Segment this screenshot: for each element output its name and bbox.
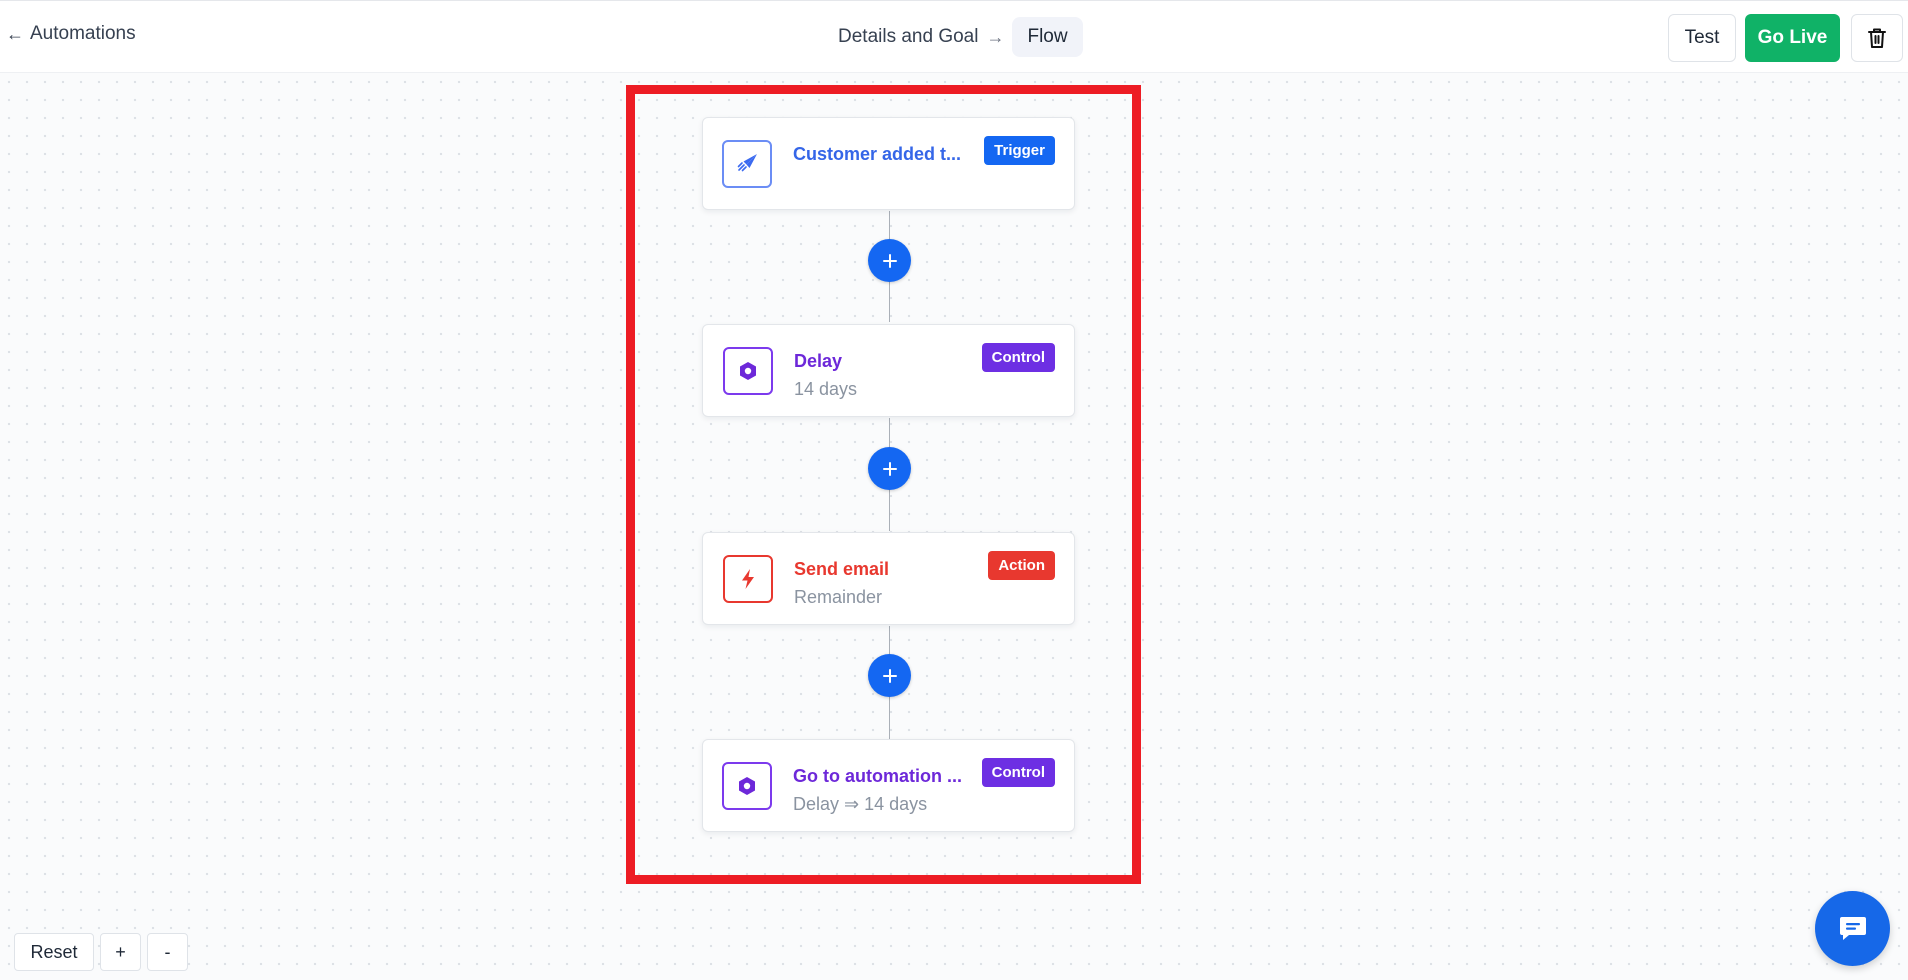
lightning-icon xyxy=(742,569,754,589)
step-details-and-goal[interactable]: Details and Goal xyxy=(838,26,978,48)
node-title: Customer added t... xyxy=(793,144,962,164)
go-live-button[interactable]: Go Live xyxy=(1745,14,1840,62)
node-title: Send email xyxy=(794,559,890,579)
node-icon-box xyxy=(723,347,773,395)
paper-plane-icon xyxy=(737,154,757,172)
chat-launcher-button[interactable] xyxy=(1815,891,1890,966)
back-to-automations-link[interactable]: ← Automations xyxy=(6,23,136,45)
hexagon-icon xyxy=(739,777,755,795)
node-subtitle: Remainder xyxy=(794,587,883,607)
add-step-button[interactable] xyxy=(868,447,911,490)
node-badge-control: Control xyxy=(981,343,1055,372)
node-icon-box xyxy=(722,140,772,188)
arrow-right-icon: → xyxy=(986,26,1005,47)
delete-button[interactable] xyxy=(1851,14,1903,62)
flow-node-trigger[interactable]: Customer added t... Trigger xyxy=(702,117,1075,210)
flow-node-delay[interactable]: Delay 14 days Control xyxy=(702,324,1075,417)
node-icon-box xyxy=(722,762,772,810)
add-step-button[interactable] xyxy=(868,239,911,282)
node-subtitle: Delay ⇒ 14 days xyxy=(793,794,928,814)
node-badge-action: Action xyxy=(988,551,1055,580)
node-badge-trigger: Trigger xyxy=(984,136,1055,165)
plus-icon xyxy=(882,461,897,476)
chat-icon xyxy=(1839,916,1866,940)
arrow-left-icon: ← xyxy=(6,23,24,44)
node-title: Go to automation ... xyxy=(793,766,962,786)
node-title: Delay xyxy=(794,351,843,371)
plus-icon xyxy=(882,253,897,268)
test-button[interactable]: Test xyxy=(1668,14,1736,62)
reset-zoom-button[interactable]: Reset xyxy=(14,933,94,971)
hexagon-icon xyxy=(740,362,756,380)
zoom-in-button[interactable]: + xyxy=(100,933,141,971)
node-icon-box xyxy=(723,555,773,603)
back-link-label: Automations xyxy=(30,23,136,44)
trash-icon xyxy=(1868,28,1886,48)
step-flow[interactable]: Flow xyxy=(1012,17,1083,57)
top-bar: ← Automations Details and Goal → Flow Te… xyxy=(0,0,1908,73)
node-subtitle: 14 days xyxy=(794,379,858,399)
zoom-out-button[interactable]: - xyxy=(147,933,188,971)
step-breadcrumb: Details and Goal → Flow xyxy=(838,16,1083,58)
add-step-button[interactable] xyxy=(868,654,911,697)
plus-icon xyxy=(882,668,897,683)
node-badge-control: Control xyxy=(981,758,1055,787)
flow-node-go-to-automation[interactable]: Go to automation ... Delay ⇒ 14 days Con… xyxy=(702,739,1075,832)
flow-node-send-email[interactable]: Send email Remainder Action xyxy=(702,532,1075,625)
